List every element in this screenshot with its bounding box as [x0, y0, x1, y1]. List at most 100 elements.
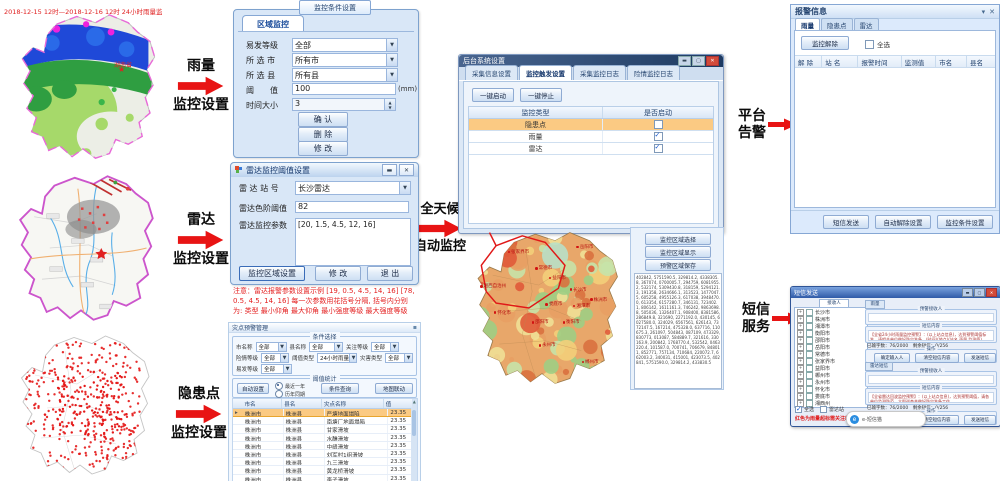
tree-item-city[interactable]: +邵阳市 — [797, 337, 865, 344]
stop-all-button[interactable]: 一键停止 — [520, 88, 562, 102]
table-row[interactable]: 株洲市 株洲县 南塘厂地面塌陷 23.35 — [233, 417, 417, 425]
col-header-county[interactable]: 县名 — [281, 399, 321, 408]
tree-item-city[interactable]: +岳阳市 — [797, 344, 865, 351]
col-header-monitor-type[interactable]: 监控类型 — [469, 107, 602, 118]
tree-item-city[interactable]: +衡阳市 — [797, 330, 865, 337]
checkbox-icon[interactable] — [795, 406, 802, 413]
chevron-down-icon[interactable]: ▼ — [386, 54, 397, 66]
tree-item-city[interactable]: +益阳市 — [797, 365, 865, 372]
table-row[interactable]: 雷达 — [469, 143, 713, 155]
chevron-down-icon[interactable]: ▼ — [349, 354, 357, 362]
exit-button[interactable]: 退 出 — [367, 266, 413, 281]
tree-item-city[interactable]: +怀化市 — [797, 386, 865, 393]
maximize-icon[interactable]: ▢ — [692, 56, 705, 66]
checkbox-icon[interactable] — [806, 323, 813, 330]
checkbox-icon[interactable] — [806, 351, 813, 358]
tab-monitor-trigger[interactable]: 监控触发设置 — [519, 65, 572, 80]
table-row[interactable]: 株洲市 株洲县 中缝滑坡 23.35 — [233, 442, 417, 450]
checkbox-icon[interactable] — [654, 132, 663, 141]
minimize-icon[interactable]: ▬ — [962, 288, 973, 297]
spinner-arrows-icon[interactable]: ▲▼ — [384, 99, 395, 110]
checkbox-icon[interactable] — [865, 40, 874, 49]
checkbox-icon[interactable] — [806, 372, 813, 379]
tree-item-city[interactable]: +湘潭市 — [797, 323, 865, 330]
expander-icon[interactable]: + — [797, 386, 804, 393]
timespan-stepper[interactable]: 3 ▲▼ — [292, 98, 396, 111]
checkbox-icon[interactable] — [806, 309, 813, 316]
sms-radar-station-checkbox[interactable]: 雷达站 — [820, 406, 844, 413]
checkbox-icon[interactable] — [806, 365, 813, 372]
checkbox-icon[interactable] — [806, 344, 813, 351]
sms-select-all-checkbox[interactable]: 全选 — [795, 406, 814, 413]
radar-scale-input[interactable]: 82 — [295, 201, 409, 213]
tree-item-city[interactable]: +娄底市 — [797, 393, 865, 400]
radar-params-textarea[interactable]: [20, 1.5, 4.5, 12, 16] — [295, 218, 411, 266]
tree-item-city[interactable]: +郴州市 — [797, 372, 865, 379]
chevron-down-icon[interactable]: ▼ — [404, 354, 412, 362]
sms-content-text[interactable]: 【全省24小时雨量监控预警】：(以上站点信息)，达到预警阈值标准，请相关单位做好… — [868, 330, 994, 341]
select-all-checkbox[interactable]: 全选 — [865, 39, 890, 49]
condition-query-button[interactable]: 条件查询 — [321, 383, 359, 394]
modify-button[interactable]: 修 改 — [315, 266, 361, 281]
checkbox-icon[interactable] — [806, 316, 813, 323]
send-button[interactable]: 发送短信 — [964, 353, 996, 363]
filter-select[interactable]: 全部▼ — [371, 342, 399, 352]
filter-select[interactable]: 24小时雨量▼ — [317, 353, 357, 363]
filter-select[interactable]: 全部▼ — [261, 364, 292, 374]
expander-icon[interactable]: + — [797, 330, 804, 337]
chevron-down-icon[interactable]: ▼ — [334, 343, 342, 351]
filter-select[interactable]: 全部▼ — [385, 353, 413, 363]
region-coordinates-textarea[interactable]: 402842, 5751590.5, 329814.2, 4338305.8, … — [634, 273, 722, 389]
expander-icon[interactable]: + — [797, 337, 804, 344]
table-row[interactable]: 株洲市 株洲县 水醮滑坡 23.35 — [233, 434, 417, 442]
minimize-icon[interactable]: ▬ — [678, 56, 691, 66]
level-select[interactable]: 全部▼ — [292, 38, 398, 52]
tab-danger-log[interactable]: 险情监控日志 — [627, 65, 680, 80]
tab-region-monitor[interactable]: 区域监控 — [242, 15, 304, 32]
table-row[interactable]: 株洲市 株洲县 甘家滑坡 23.35 — [233, 425, 417, 433]
checkbox-icon[interactable] — [806, 393, 813, 400]
expander-icon[interactable]: + — [797, 379, 804, 386]
radio-icon[interactable] — [275, 382, 283, 390]
city-select[interactable]: 所有市▼ — [292, 53, 398, 67]
close-icon[interactable]: ✕ — [399, 164, 414, 176]
save-warning-region-button[interactable]: 预警区域保存 — [645, 259, 711, 271]
chevron-down-icon[interactable]: ▼ — [278, 343, 286, 351]
tree-item-city[interactable]: +张家界市 — [797, 358, 865, 365]
table-row[interactable]: 株洲市 株洲县 九三滑坡 23.35 — [233, 458, 417, 466]
confirm-button[interactable]: 确 认 — [298, 112, 348, 127]
confirm-recipients-button[interactable]: 确定输入人 — [874, 353, 910, 363]
tree-item-city[interactable]: +株洲市 — [797, 316, 865, 323]
sms-modem-toast[interactable]: e e-短信猫 — [846, 411, 926, 427]
filter-select[interactable]: 全部▼ — [309, 342, 343, 352]
expander-icon[interactable]: + — [797, 316, 804, 323]
monitor-region-settings-button[interactable]: 监控区域设置 — [239, 266, 305, 281]
tree-item-city[interactable]: +永州市 — [797, 379, 865, 386]
radio-recent-year[interactable]: 最近一年 — [275, 382, 305, 390]
expander-icon[interactable]: + — [797, 323, 804, 330]
maximize-icon[interactable]: ▢ — [974, 288, 985, 297]
tree-item-city[interactable]: +长沙市 — [797, 309, 865, 316]
radio-icon[interactable] — [275, 390, 283, 398]
checkbox-icon[interactable] — [806, 337, 813, 344]
table-row[interactable]: 株洲市 株洲县 黄龙桥滑坡 23.35 — [233, 466, 417, 474]
recipients-box[interactable] — [868, 375, 994, 384]
delete-button[interactable]: 删 除 — [298, 127, 348, 142]
sms-section-rain-tab[interactable]: 雨量 — [865, 300, 885, 309]
sms-section-radar-tab[interactable]: 雷达短信 — [865, 362, 893, 371]
radio-history-period[interactable]: 历年同期 — [275, 390, 305, 398]
tab-collect-log[interactable]: 采集监控日志 — [573, 65, 626, 80]
map-link-button[interactable]: 地图联动 — [375, 383, 413, 394]
close-icon[interactable]: ✕ — [986, 288, 997, 297]
auto-release-settings-button[interactable]: 自动解除设置 — [875, 215, 931, 229]
table-row[interactable]: 隐患点 — [469, 119, 713, 131]
modify-button[interactable]: 修 改 — [298, 141, 348, 156]
sms-content-text[interactable]: 【全省雷达回波监控预警】：(以上站点信息)，达到预警阈值，请各单位监测防范，立即… — [868, 392, 994, 403]
table-scrollbar[interactable] — [411, 408, 417, 481]
filter-select[interactable]: 全部▼ — [256, 342, 287, 352]
minimize-icon[interactable]: ▬ — [382, 164, 397, 176]
send-sms-button[interactable]: 短信发送 — [823, 215, 869, 229]
chevron-down-icon[interactable]: ▼ — [390, 343, 398, 351]
chevron-down-icon[interactable]: ▼ — [283, 365, 291, 373]
recipients-box[interactable] — [868, 313, 994, 322]
